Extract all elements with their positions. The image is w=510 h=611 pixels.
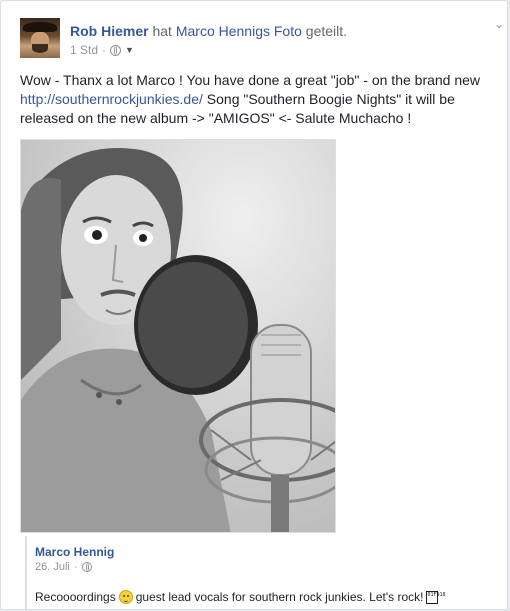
beard-shape [32,44,48,53]
shared-author-link[interactable]: Marco Hennig [35,545,114,559]
grinning-face-icon [118,590,133,604]
shared-post-text: Recoooordings guest lead vocals for sout… [35,590,446,604]
meta-separator: · [102,43,107,57]
post-text-link[interactable]: http://southernrockjunkies.de/ [20,91,203,107]
globe-icon [81,562,92,572]
shared-text-before: Recoooordings [35,590,116,604]
chevron-down-icon[interactable]: ⌄ [494,17,504,31]
shared-from-link[interactable]: Marco Hennigs [176,23,270,39]
shared-object-link[interactable]: Foto [274,23,302,39]
shared-separator: · [73,561,78,573]
unknown-glyph-icon: 01F918 [426,590,446,604]
post-timestamp-link[interactable]: 1 Std [70,43,98,57]
shared-date-link[interactable]: 26. Juli [35,561,70,573]
share-suffix: geteilt. [305,23,348,39]
globe-icon [110,44,122,56]
audience-caret-icon[interactable]: ▼ [125,45,134,55]
shared-original-post: Marco Hennig 26. Juli · Recoooordings gu… [25,536,501,611]
hat-shape [23,22,57,32]
author-avatar[interactable] [20,18,60,58]
post-header: Rob Hiemer hat Marco Hennigs Foto geteil… [70,23,347,39]
author-name-link[interactable]: Rob Hiemer [70,23,149,39]
post-photo[interactable] [20,139,336,533]
studio-photo-illustration [21,140,335,532]
post-meta: 1 Std · ▼ [70,43,134,57]
post-body-text: Wow - Thanx a lot Marco ! You have done … [20,71,500,128]
shared-text-after: guest lead vocals for southern rock junk… [135,590,424,604]
post-text-part1: Wow - Thanx a lot Marco ! You have done … [20,72,481,88]
share-prefix: hat [152,23,172,39]
feed-post: Rob Hiemer hat Marco Hennigs Foto geteil… [0,0,508,611]
shared-meta: 26. Juli · [35,561,92,573]
